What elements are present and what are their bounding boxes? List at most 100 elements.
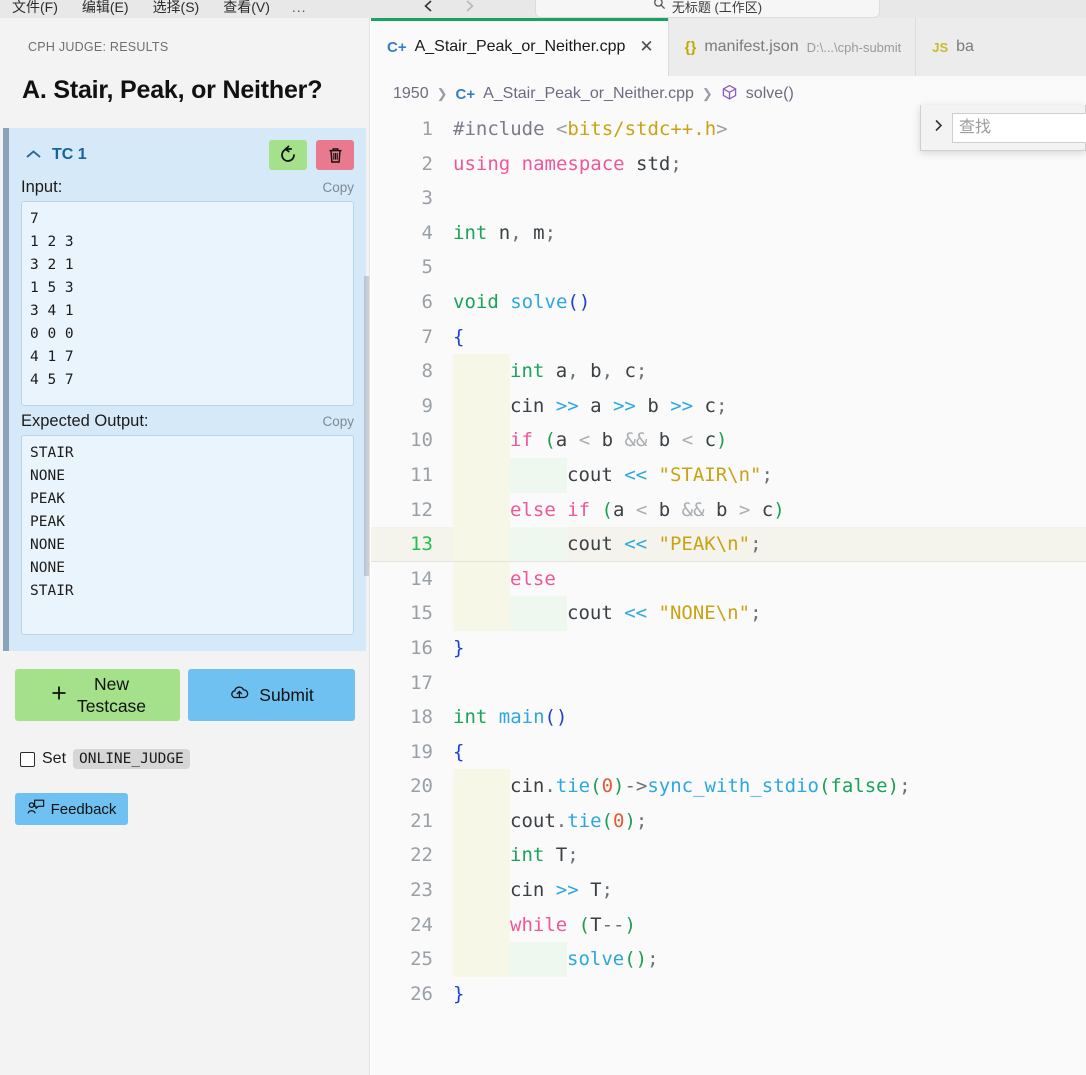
code-line-8[interactable]: 8 int a, b, c; [371,354,1086,389]
expected-label-row: Expected Output: Copy [21,412,354,431]
code-line-21[interactable]: 21 cout.tie(0); [371,803,1086,839]
rerun-testcase-button[interactable] [269,140,307,170]
token: b [647,429,682,452]
code-line-26[interactable]: 26} [371,977,1086,1012]
code-text: else [510,562,556,597]
chevron-up-icon[interactable] [25,147,42,164]
menu-item-0[interactable]: 文件(F) [0,0,70,18]
delete-testcase-button[interactable] [316,140,354,170]
copy-input-button[interactable]: Copy [322,180,354,195]
menu-item-2[interactable]: 选择(S) [141,0,212,18]
token: ; [670,152,682,175]
token: int [453,221,488,244]
code-line-9[interactable]: 9 cin >> a >> b >> c; [371,388,1086,424]
code-line-15[interactable]: 15 cout << "NONE\n"; [371,596,1086,631]
new-testcase-button[interactable]: New Testcase [15,669,180,721]
token: ( [590,775,602,798]
testcase-actions [269,140,354,170]
code-line-23[interactable]: 23 cin >> T; [371,873,1086,908]
code-line-25[interactable]: 25 solve(); [371,942,1086,977]
line-number: 15 [410,602,433,625]
close-icon[interactable]: ✕ [639,37,653,57]
indent-guide [453,942,510,977]
cph-judge-sidebar: CPH JUDGE: RESULTS A. Stair, Peak, or Ne… [0,18,370,1075]
editor-tab-label: ba [956,38,974,55]
code-line-22[interactable]: 22 int T; [371,838,1086,874]
menu-bar: 文件(F) 编辑(E) 选择(S) 查看(V)... [0,0,317,18]
code-content[interactable]: 1 #include <bits/stdc++.h> 2 using namespac… [371,112,1086,1073]
find-input[interactable] [952,112,1086,143]
editor-tab-label: A_Stair_Peak_or_Neither.cpp [414,38,626,55]
editor-tab-0[interactable]: C+ A_Stair_Peak_or_Neither.cpp ✕ [371,18,668,76]
chevron-right-icon[interactable] [929,118,952,138]
copy-expected-button[interactable]: Copy [322,414,354,429]
plus-icon [49,683,69,708]
code-line-19[interactable]: 19 { [371,735,1086,770]
code-line-4[interactable]: 4 int n, m; [371,216,1086,251]
testcase-label: TC 1 [52,146,87,163]
token: 0 [613,809,625,832]
breadcrumb-item-1[interactable]: A_Stair_Peak_or_Neither.cpp [483,85,694,103]
code-line-7[interactable]: 7{ [371,320,1086,355]
code-line-5[interactable]: 5 [371,250,1086,285]
code-line-17[interactable]: 17 [371,666,1086,701]
code-line-16[interactable]: 16} [371,631,1086,666]
feedback-button[interactable]: Feedback [15,793,128,825]
menu-item-3[interactable]: 查看(V) [211,0,282,18]
indent-guide [453,907,510,943]
token: cin [510,879,556,902]
token: T [590,913,602,936]
editor-tab-1[interactable]: {} manifest.json D:\...\cph-submit [667,18,916,76]
back-arrow-icon[interactable] [420,0,438,15]
editor-tab-label: manifest.json [704,38,799,55]
sidebar-scrollbar[interactable] [364,276,369,576]
forward-arrow-icon[interactable] [460,0,478,15]
code-line-18[interactable]: 18 int main() [371,700,1086,735]
input-label-row: Input: Copy [21,178,354,197]
code-line-3[interactable]: 3 [371,181,1086,216]
expected-output-label: Expected Output: [21,412,149,430]
token: ) [773,498,785,521]
code-line-13[interactable]: 13 cout << "PEAK\n"; [371,527,1086,562]
token: a [555,429,579,452]
command-center[interactable]: 无标题 (工作区) [535,0,880,18]
code-line-6[interactable]: 6 void solve() [371,285,1086,320]
line-number: 11 [410,463,433,486]
expected-output-textarea[interactable]: STAIR NONE PEAK PEAK NONE NONE STAIR [21,435,354,635]
code-line-14[interactable]: 14 else [371,561,1086,597]
token: c [750,498,774,521]
editor-tab-2[interactable]: JS ba [915,18,988,76]
breadcrumb-item-2[interactable]: solve() [746,85,794,103]
code-text: } [453,631,464,666]
token: << [624,602,648,625]
code-text: cout.tie(0); [510,804,647,839]
code-line-2[interactable]: 2 using namespace std; [371,147,1086,182]
panel-title: CPH JUDGE: RESULTS [28,40,169,54]
feedback-label: Feedback [50,800,117,818]
line-number: 25 [410,948,433,971]
code-line-12[interactable]: 12 else if (a < b && b > c) [371,492,1086,528]
token: "NONE\n" [658,602,751,625]
set-online-judge-checkbox[interactable] [20,751,35,767]
code-line-24[interactable]: 24 while (T--) [371,907,1086,943]
token: cin [510,394,556,417]
token: , [510,221,534,244]
submit-button[interactable]: Submit [188,669,355,721]
token: void [453,290,499,313]
menu-item-1[interactable]: 编辑(E) [70,0,141,18]
input-textarea[interactable]: 7 1 2 3 3 2 1 1 5 3 3 4 1 0 0 0 4 1 7 4 … [21,201,354,406]
breadcrumb-item-0[interactable]: 1950 [393,85,429,103]
token: ; [761,463,773,486]
token: } [453,982,465,1005]
code-line-10[interactable]: 10 if (a < b && b < c) [371,423,1086,458]
code-line-11[interactable]: 11 cout << "STAIR\n"; [371,457,1086,493]
token: ) [887,775,900,798]
code-line-20[interactable]: 20 cin.tie(0)->sync_with_stdio(false); [371,769,1086,804]
menu-overflow-button[interactable]: ... [282,0,317,15]
